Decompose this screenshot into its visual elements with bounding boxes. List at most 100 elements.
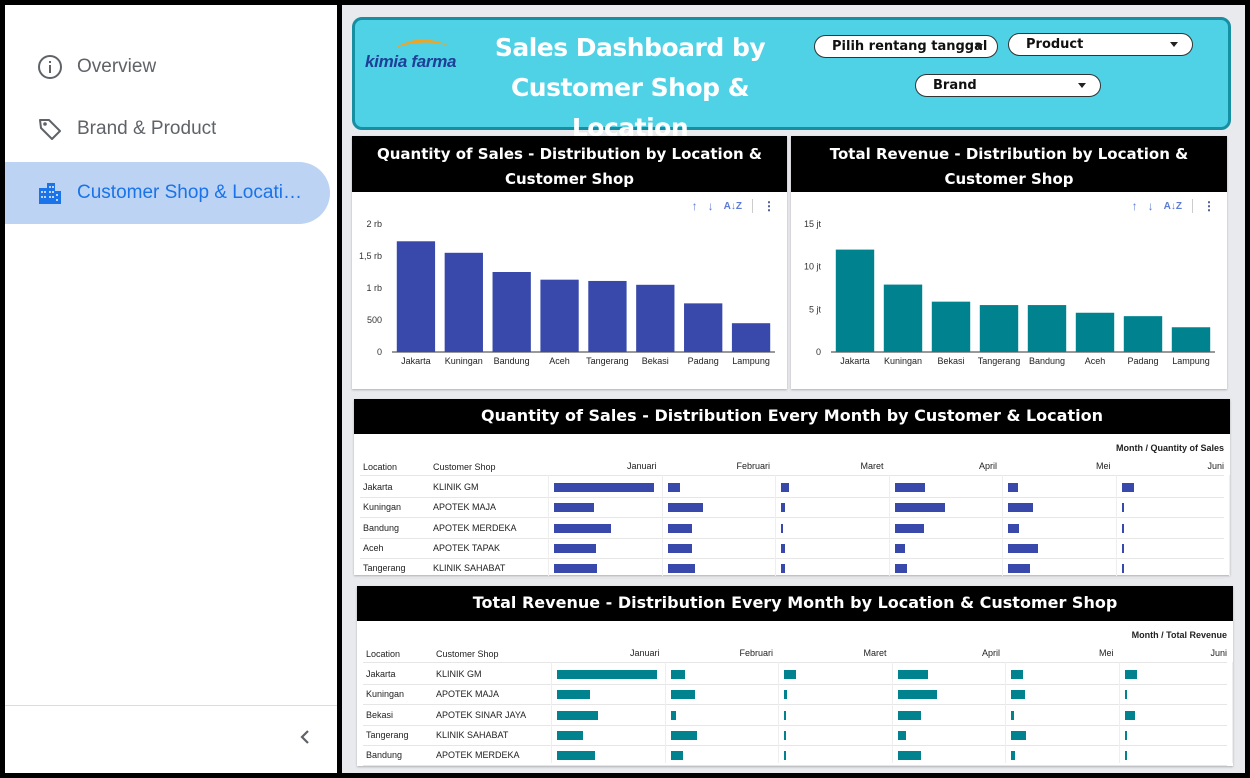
x-tick-label: Padang [1127,356,1158,366]
revenue-bar-chart: 0 5 jt 10 jt 15 jt Jakarta Kuningan Bekasi Tang… [804,219,1215,366]
cell-customer-shop: APOTEK MAJA [433,502,497,513]
bar[interactable] [684,303,723,352]
cell-customer-shop: APOTEK MERDEKA [436,750,520,761]
column-header-month: Februari [739,648,773,658]
more-options-icon[interactable]: ⋮ [763,199,775,213]
chart-toolbar: ↑ ↓ A↓Z ⋮ [692,198,775,214]
cell-bar [1124,710,1135,720]
column-divider [1229,475,1230,576]
cell-location: Bandung [363,522,400,533]
column-header-shop: Customer Shop [433,462,496,472]
sidebar-item-customer-shop-location[interactable]: Customer Shop & Locati… [5,162,330,224]
cell-bar [554,523,611,533]
bar[interactable] [396,241,436,352]
cell-bar [1008,523,1019,533]
cell-location: Jakarta [366,669,396,679]
cell-bar [1121,483,1134,492]
date-range-picker[interactable]: Pilih rentang tanggal [814,35,998,58]
cell-bar [557,751,595,761]
cell-bar [670,751,683,761]
table-corner-label: Month / Total Revenue [1131,630,1227,640]
sidebar-divider [5,705,337,706]
sort-az-icon[interactable]: A↓Z [1164,201,1182,212]
column-header-month: Maret [863,648,887,658]
logo-text: kimia farma [365,52,457,71]
row-divider [360,578,1224,580]
bar[interactable] [731,323,771,352]
brand-filter[interactable]: Brand [915,74,1101,97]
cell-bar [1011,690,1025,700]
bar[interactable] [835,249,875,352]
cell-bar [1121,543,1124,553]
bar[interactable] [492,272,531,352]
collapse-sidebar-button[interactable] [293,725,317,749]
cell-bar [781,503,785,513]
bar[interactable] [540,279,579,352]
column-header-location: Location [366,649,401,659]
report-canvas: kimia farma Sales Dashboard by Customer … [342,5,1245,773]
bar[interactable] [1075,312,1115,352]
product-filter[interactable]: Product [1008,33,1193,56]
cell-bar [1121,523,1124,533]
column-divider [661,475,663,576]
cell-bar [670,690,695,700]
cell-bar [784,690,787,700]
bar[interactable] [588,280,627,352]
column-header-shop: Customer Shop [436,649,499,659]
cell-bar [1121,564,1124,574]
cell-bar [1008,503,1033,513]
bar[interactable] [883,284,923,352]
x-tick-label: Lampung [732,356,770,366]
column-header-month: Mei [1098,648,1114,658]
y-tick-label: 5 jt [809,304,822,314]
sidebar: Overview Brand & Product Customer Shop &… [5,5,337,773]
cell-bar [781,483,789,492]
product-filter-label: Product [1026,37,1084,52]
x-tick-label: Jakarta [401,356,431,366]
sort-az-icon[interactable]: A↓Z [724,201,742,212]
cell-bar [670,710,676,720]
sort-ascending-icon[interactable]: ↑ [692,199,698,213]
bar[interactable] [1027,305,1067,352]
column-divider [1232,662,1233,763]
cell-bar [557,710,598,720]
cell-bar [557,730,583,740]
sort-ascending-icon[interactable]: ↑ [1132,199,1138,213]
dropdown-arrow-icon [1170,42,1178,47]
bar[interactable] [1123,316,1163,352]
cell-bar [894,503,945,513]
more-options-icon[interactable]: ⋮ [1203,199,1215,213]
table-title: Total Revenue - Distribution Every Month… [357,586,1233,621]
bar[interactable] [636,284,675,352]
cell-bar [894,543,905,553]
sidebar-item-brand-product[interactable]: Brand & Product [5,98,330,160]
column-divider [778,662,779,763]
sort-descending-icon[interactable]: ↓ [708,199,714,213]
cell-bar [554,503,594,513]
bar[interactable] [1171,327,1211,352]
bar[interactable] [931,301,971,352]
cell-bar [554,483,654,492]
bar[interactable] [979,305,1019,352]
column-header-month: April [981,648,1000,658]
column-header-month: Maret [860,461,884,471]
sidebar-item-label: Overview [77,56,157,77]
row-divider [363,724,1227,726]
cell-bar [670,670,685,679]
sort-descending-icon[interactable]: ↓ [1148,199,1154,213]
sidebar-item-overview[interactable]: Overview [5,36,330,98]
column-divider [551,662,552,763]
bar[interactable] [444,252,483,352]
cell-bar [781,543,785,553]
cell-customer-shop: KLINIK SAHABAT [433,563,506,574]
row-divider [360,537,1224,539]
cell-bar [784,751,786,761]
cell-customer-shop: APOTEK TAPAK [433,542,501,553]
cell-location: Bandung [366,750,403,761]
dropdown-arrow-icon [1078,83,1086,88]
row-divider [363,765,1227,767]
column-divider [891,662,893,763]
cell-bar [557,690,590,700]
cell-bar [670,730,697,740]
revenue-chart-card: Total Revenue - Distribution by Location… [791,136,1227,389]
